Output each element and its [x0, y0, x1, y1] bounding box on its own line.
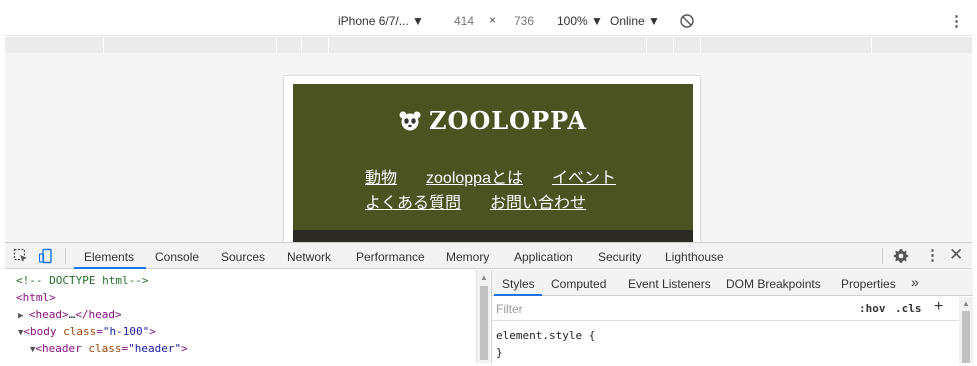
elements-scrollbar[interactable]: ▲: [476, 270, 490, 363]
active-tab-indicator: [74, 267, 146, 269]
styles-scrollbar[interactable]: ▲: [959, 297, 973, 363]
styles-filter-bar: :hov .cls +: [492, 297, 973, 321]
nav-row-2: よくある質問 お問い合わせ: [365, 189, 615, 213]
site-logo[interactable]: ZOOLOPPA: [293, 106, 693, 135]
class-toggle[interactable]: .cls: [895, 302, 922, 315]
tab-computed[interactable]: Computed: [551, 277, 606, 291]
media-query-ruler[interactable]: [5, 37, 972, 53]
zoom-select[interactable]: 100% ▼: [557, 14, 603, 28]
toolbar-separator: [65, 248, 66, 264]
height-field[interactable]: 736: [514, 14, 534, 28]
dom-node-html[interactable]: <html>: [16, 291, 56, 304]
close-icon[interactable]: ✕: [949, 245, 963, 265]
scrollbar-thumb[interactable]: [962, 311, 970, 363]
dimension-separator: ×: [489, 13, 497, 27]
scroll-up-icon[interactable]: ▲: [480, 273, 488, 282]
more-tabs-icon[interactable]: »: [911, 274, 919, 290]
tab-network[interactable]: Network: [287, 250, 331, 264]
dom-node-comment[interactable]: <!-- DOCTYPE html-->: [16, 274, 148, 287]
ruler-divider: [328, 37, 329, 53]
nav-link-contact[interactable]: お問い合わせ: [490, 195, 586, 212]
logo-text: ZOOLOPPA: [428, 106, 588, 135]
panda-icon: [399, 111, 421, 131]
tab-event-listeners[interactable]: Event Listeners: [628, 277, 711, 291]
elements-tree: <!-- DOCTYPE html--> <html> ▶ <head>…</h…: [5, 270, 475, 363]
tab-elements[interactable]: Elements: [84, 250, 134, 264]
ruler-divider: [871, 37, 872, 53]
active-tab-indicator: [494, 294, 542, 296]
ruler-divider: [673, 37, 674, 53]
styles-pane: Styles Computed Event Listeners DOM Brea…: [491, 270, 973, 363]
header-tag: <header: [35, 342, 82, 355]
gear-icon[interactable]: [893, 248, 909, 264]
tab-sources[interactable]: Sources: [221, 250, 265, 264]
device-select[interactable]: iPhone 6/7/... ▼: [338, 14, 424, 28]
sidebar-tab-bar: Styles Computed Event Listeners DOM Brea…: [492, 270, 973, 296]
ruler-divider: [103, 37, 104, 53]
tab-performance[interactable]: Performance: [356, 250, 425, 264]
tab-lighthouse[interactable]: Lighthouse: [665, 250, 724, 264]
tab-properties[interactable]: Properties: [841, 277, 896, 291]
devtools-tab-bar: Elements Console Sources Network Perform…: [5, 243, 972, 269]
scrollbar-thumb[interactable]: [480, 286, 488, 360]
tab-dom-breakpoints[interactable]: DOM Breakpoints: [726, 277, 821, 291]
dom-node-head[interactable]: ▶ <head>…</head>: [18, 308, 122, 321]
hover-state-toggle[interactable]: :hov: [859, 302, 886, 315]
tab-memory[interactable]: Memory: [446, 250, 489, 264]
toolbar-separator: [882, 248, 883, 264]
dom-node-body[interactable]: ▼<body class="h-100">: [18, 325, 156, 338]
more-options-icon[interactable]: ⋮: [949, 12, 964, 30]
head-close-tag: </head>: [75, 308, 122, 321]
ruler-divider: [276, 37, 277, 53]
rotate-icon[interactable]: [679, 13, 695, 29]
device-toggle-icon[interactable]: [38, 248, 54, 264]
styles-filter-input[interactable]: [496, 300, 846, 318]
nav-link-events[interactable]: イベント: [552, 170, 616, 187]
ruler-divider: [301, 37, 302, 53]
body-tag-end: >: [149, 325, 156, 338]
devtools-panel: Elements Console Sources Network Perform…: [5, 242, 973, 363]
style-rule-close: }: [496, 346, 503, 359]
screenshot-frame: iPhone 6/7/... ▼ 414 × 736 100% ▼ Online…: [0, 0, 977, 366]
device-toolbar: iPhone 6/7/... ▼ 414 × 736 100% ▼ Online…: [5, 8, 972, 36]
nav-link-faq[interactable]: よくある質問: [365, 195, 461, 212]
customize-menu-icon[interactable]: ⋮: [925, 246, 940, 264]
nav-row-1: 動物 zooloppaとは イベント: [365, 164, 645, 188]
body-attr-value: "h-100": [102, 325, 150, 338]
network-throttle-select[interactable]: Online ▼: [610, 14, 660, 28]
dom-node-header[interactable]: ▼<header class="header">: [30, 342, 188, 355]
header-attr-name: class: [88, 342, 122, 355]
tab-application[interactable]: Application: [514, 250, 573, 264]
site-header: ZOOLOPPA 動物 zooloppaとは イベント よくある質問 お問い合わせ: [293, 84, 693, 244]
nav-link-animals[interactable]: 動物: [365, 170, 397, 187]
tab-security[interactable]: Security: [598, 250, 641, 264]
scroll-up-icon[interactable]: ▲: [962, 299, 970, 308]
head-open-tag: <head>: [28, 308, 69, 321]
body-attr-name: class: [63, 325, 97, 338]
header-tag-end: >: [181, 342, 188, 355]
header-attr-value: "header": [128, 342, 182, 355]
width-field[interactable]: 414: [454, 14, 474, 28]
nav-link-about[interactable]: zooloppaとは: [426, 170, 523, 187]
device-viewport: ZOOLOPPA 動物 zooloppaとは イベント よくある質問 お問い合わせ: [5, 53, 972, 255]
inspect-element-icon[interactable]: [13, 248, 29, 264]
body-tag: <body: [23, 325, 57, 338]
new-style-rule-button[interactable]: +: [934, 298, 943, 316]
ruler-divider: [700, 37, 701, 53]
expand-arrow-icon[interactable]: ▶: [18, 311, 29, 321]
comment-text: <!-- DOCTYPE html-->: [16, 274, 149, 287]
ruler-divider: [646, 37, 647, 53]
style-rule-selector[interactable]: element.style {: [496, 329, 595, 342]
tab-styles[interactable]: Styles: [502, 277, 535, 291]
html-tag: <html>: [16, 291, 56, 304]
emulated-device: ZOOLOPPA 動物 zooloppaとは イベント よくある質問 お問い合わせ: [283, 75, 701, 255]
tab-console[interactable]: Console: [155, 250, 199, 264]
